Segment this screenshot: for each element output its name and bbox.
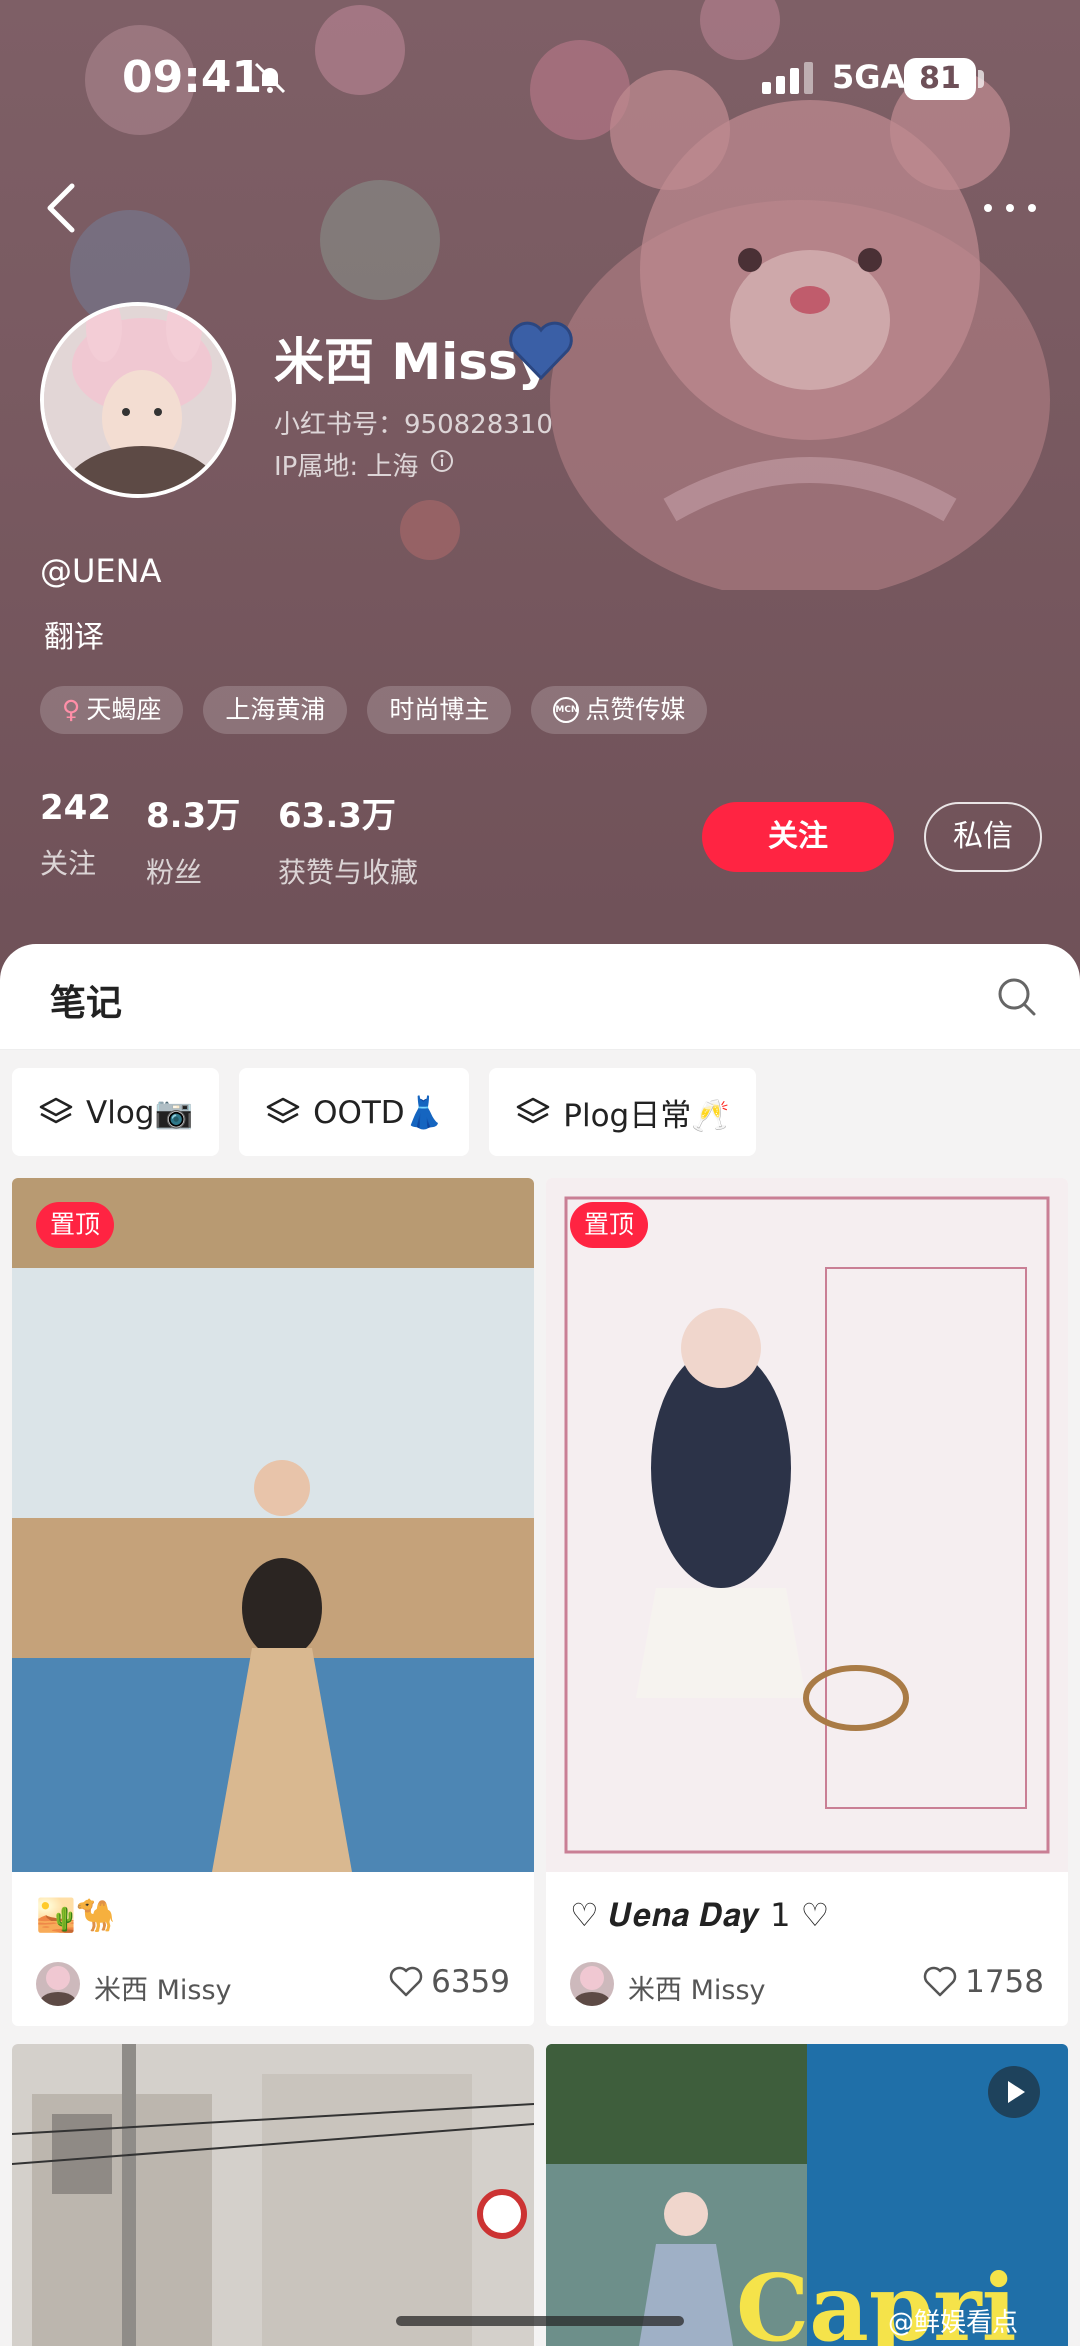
battery-level: 81 (904, 58, 976, 100)
note-title: 🏜️🐪 (36, 1896, 116, 1934)
like-value: 1758 (965, 1964, 1044, 2000)
tag-location[interactable]: 上海黄浦 (203, 686, 348, 734)
heart-sticker-icon (509, 321, 573, 381)
profile-description: 翻译 (44, 620, 104, 655)
note-cover-image (12, 2044, 534, 2346)
stat-value: 8.3万 (146, 796, 241, 836)
collection-label: Plog日常🥂 (563, 1097, 730, 1134)
pinned-badge: 置顶 (570, 1202, 649, 1248)
stat-label: 粉丝 (146, 856, 203, 889)
collection-vlog[interactable]: Vlog📷 (12, 1068, 220, 1156)
red-id: 小红书号：950828310 (274, 410, 553, 440)
avatar[interactable] (40, 302, 236, 498)
mcn-icon: MCN (553, 697, 580, 723)
profile-header: 09:41 5GA 81 米西 Missy 小红书号：950828310 IP属 (0, 0, 1080, 990)
layers-icon (517, 1097, 550, 1124)
stat-value: 242 (40, 788, 111, 828)
more-options-icon[interactable] (980, 198, 1040, 218)
notes-tab-bar: 笔记 (0, 944, 1080, 1050)
like-count[interactable]: 1758 (923, 1964, 1044, 2000)
signal-icon (762, 62, 813, 94)
like-count[interactable]: 6359 (389, 1964, 510, 2000)
tag-profession[interactable]: 时尚博主 (367, 686, 512, 734)
stat-likes-collects[interactable]: 63.3万 获赞与收藏 (278, 788, 418, 891)
heart-icon (923, 1966, 957, 1997)
note-cover-image (546, 1178, 1068, 1872)
note-card[interactable] (12, 2044, 534, 2346)
collection-label: Vlog📷 (86, 1094, 194, 1131)
stat-following[interactable]: 242 关注 (40, 788, 111, 882)
avatar-photo (44, 306, 232, 494)
battery-tip (978, 70, 984, 88)
ip-location: IP属地: 上海 (274, 452, 419, 482)
like-value: 6359 (431, 1964, 510, 2000)
message-button[interactable]: 私信 (924, 802, 1042, 872)
status-time: 09:41 (122, 52, 263, 103)
search-icon[interactable] (996, 976, 1038, 1018)
back-arrow-icon[interactable] (40, 180, 80, 236)
author-avatar (570, 1962, 614, 2006)
tab-notes[interactable]: 笔记 (50, 974, 122, 1026)
author-name: 米西 Missy (628, 1975, 766, 2006)
note-card[interactable]: 置顶 ♡ 𝑼𝒆𝒏𝒂 𝑫𝒂𝒚 1 ♡ 米西 Missy 1758 (546, 1178, 1068, 2026)
layers-icon (266, 1097, 300, 1124)
collection-plog[interactable]: Plog日常🥂 (489, 1068, 756, 1156)
collection-ootd[interactable]: OOTD👗 (239, 1068, 470, 1156)
note-card[interactable]: 置顶 🏜️🐪 米西 Missy 6359 (12, 1178, 534, 2026)
author-avatar (36, 1962, 80, 2006)
tag-label: 时尚博主 (389, 695, 490, 724)
author-name: 米西 Missy (94, 1975, 232, 2006)
bear-sticker-image (550, 70, 1050, 590)
network-type: 5GA (832, 58, 906, 96)
video-play-icon (988, 2066, 1040, 2118)
tag-label: 天蝎座 (86, 695, 162, 724)
profile-handle: @UENA (40, 552, 162, 590)
tag-zodiac[interactable]: ♀ 天蝎座 (40, 686, 184, 734)
tag-label: 上海黄浦 (225, 695, 326, 724)
tag-mcn[interactable]: MCN 点赞传媒 (531, 686, 708, 734)
note-card[interactable]: Capri (546, 2044, 1068, 2346)
stat-label: 获赞与收藏 (278, 856, 419, 889)
layers-icon (39, 1097, 73, 1124)
female-icon: ♀ (62, 695, 81, 724)
watermark: @鲜娱看点 (888, 2308, 1019, 2338)
follow-button[interactable]: 关注 (702, 802, 894, 872)
note-cover-image (12, 1178, 534, 1872)
collection-label: OOTD👗 (313, 1094, 444, 1131)
profile-tags: ♀ 天蝎座 上海黄浦 时尚博主 MCN 点赞传媒 (40, 686, 708, 734)
stat-label: 关注 (40, 847, 97, 880)
stat-followers[interactable]: 8.3万 粉丝 (146, 788, 240, 891)
home-indicator[interactable] (396, 2316, 684, 2326)
heart-icon (389, 1966, 423, 1997)
mute-bell-icon (254, 62, 286, 94)
pinned-badge: 置顶 (36, 1202, 115, 1248)
tag-label: 点赞传媒 (585, 695, 686, 724)
collection-list: Vlog📷 OOTD👗 Plog日常🥂 (12, 1068, 756, 1156)
note-title: ♡ 𝑼𝒆𝒏𝒂 𝑫𝒂𝒚 1 ♡ (570, 1896, 830, 1934)
info-icon[interactable] (430, 449, 454, 473)
stat-value: 63.3万 (278, 796, 396, 836)
